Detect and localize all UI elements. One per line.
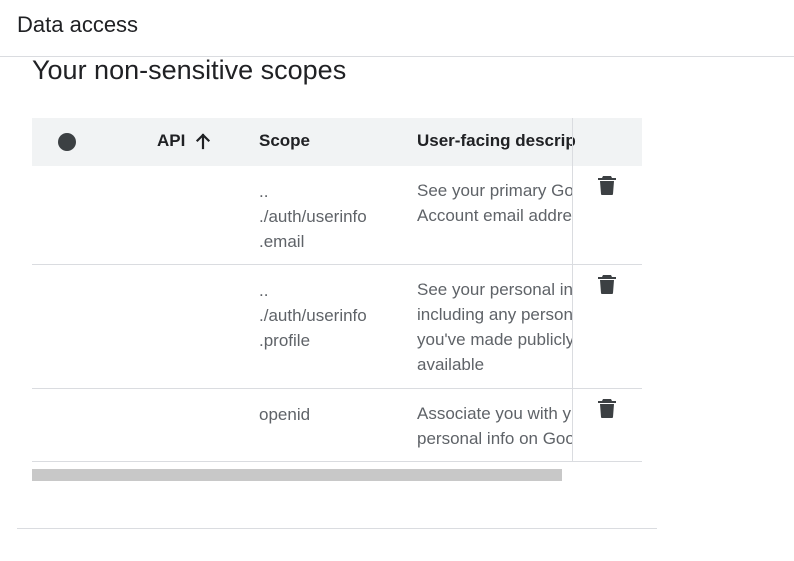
scope-text: ..: [259, 281, 269, 300]
description-text: Associate you with y: [417, 404, 572, 423]
scope-text: ./auth/userinfo: [259, 306, 367, 325]
scrollbar-thumb[interactable]: [32, 469, 562, 481]
bottom-divider: [17, 528, 657, 529]
description-text: See your personal in: [417, 280, 572, 299]
column-header-api-label: API: [157, 131, 186, 150]
scope-text: ./auth/userinfo: [259, 207, 367, 226]
description-text: available: [417, 355, 485, 374]
description-text: personal info on Goo: [417, 429, 572, 448]
description-text: you've made publicly: [417, 330, 572, 349]
description-cell: See your primary Go Account email addre: [417, 178, 572, 228]
table-header: API Scope User-facing descrip: [32, 118, 642, 166]
column-header-scope[interactable]: Scope: [259, 131, 310, 151]
delete-button[interactable]: [597, 273, 617, 295]
delete-button[interactable]: [597, 397, 617, 419]
column-divider: [572, 118, 573, 462]
page-title: Data access: [17, 12, 139, 37]
table-row: openid Associate you with y personal inf…: [32, 389, 642, 462]
section-title: Your non-sensitive scopes: [32, 55, 347, 85]
column-header-description[interactable]: User-facing descrip: [417, 131, 576, 151]
scope-cell: .. ./auth/userinfo .email: [259, 179, 399, 254]
description-text: See your primary Go: [417, 181, 572, 200]
scope-text: openid: [259, 405, 311, 424]
trash-icon: [598, 399, 616, 418]
description-text: including any person: [417, 305, 572, 324]
description-text: Account email addre: [417, 206, 572, 225]
trash-icon: [598, 275, 616, 294]
select-all-checkbox[interactable]: [58, 133, 76, 151]
scopes-table: API Scope User-facing descrip .. ./auth/…: [32, 118, 642, 462]
scope-text: .profile: [259, 331, 311, 350]
scope-cell: .. ./auth/userinfo .profile: [259, 278, 399, 353]
scope-text: .email: [259, 232, 305, 251]
table-row: .. ./auth/userinfo .email See your prima…: [32, 166, 642, 265]
scope-text: ..: [259, 182, 269, 201]
delete-button[interactable]: [597, 174, 617, 196]
scope-cell: openid: [259, 402, 399, 427]
description-cell: See your personal in including any perso…: [417, 277, 572, 377]
table-row: .. ./auth/userinfo .profile See your per…: [32, 265, 642, 389]
arrow-up-icon[interactable]: [194, 132, 212, 150]
trash-icon: [598, 176, 616, 195]
column-header-api[interactable]: API: [157, 131, 212, 151]
description-cell: Associate you with y personal info on Go…: [417, 401, 572, 451]
horizontal-scrollbar[interactable]: [32, 469, 562, 481]
